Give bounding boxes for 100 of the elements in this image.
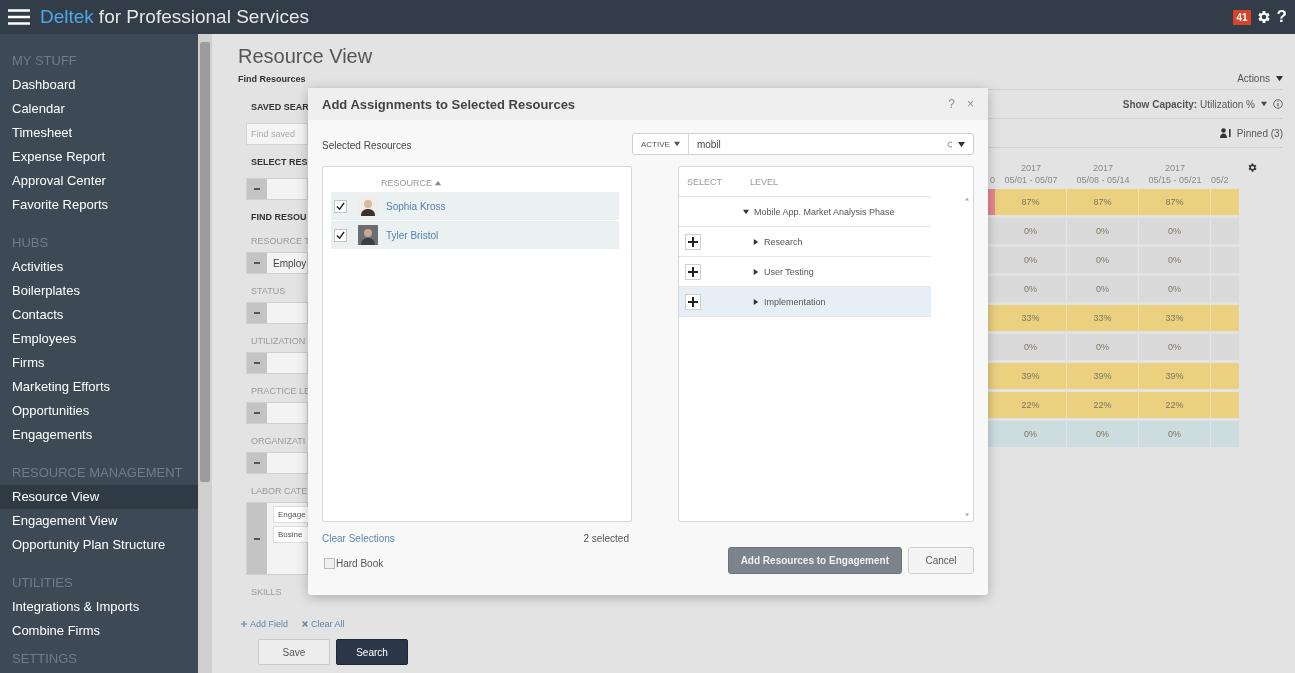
column-header: 05/2 [1211, 174, 1229, 186]
table-cell: 0% [1067, 218, 1139, 244]
table-cell: 87% [1139, 189, 1211, 215]
person-icon [1219, 128, 1231, 138]
sidebar-item[interactable]: Opportunity Plan Structure [0, 533, 198, 557]
table-cell: 0% [995, 421, 1067, 447]
table-cell: 33% [1067, 305, 1139, 331]
column-header: 05/01 - 05/07 [1004, 174, 1058, 186]
button[interactable]: Search [336, 639, 408, 665]
table-cell: 0% [1067, 247, 1139, 273]
checkbox[interactable] [324, 558, 335, 569]
select-field[interactable] [246, 402, 308, 424]
table-cell: 87% [995, 189, 1067, 215]
sidebar-item[interactable]: Boilerplates [0, 279, 198, 303]
sidebar-item[interactable]: Favorite Reports [0, 193, 198, 217]
search-input[interactable]: mobil [688, 137, 947, 151]
field-label: ORGANIZATI [251, 435, 307, 448]
field-value: Employ [272, 257, 307, 269]
table-cell: 0% [1139, 247, 1211, 273]
add-button[interactable] [685, 263, 701, 280]
sidebar-item[interactable]: Resource View [0, 485, 198, 509]
chip[interactable]: Engage [273, 506, 311, 523]
sidebar-item[interactable]: Opportunities [0, 399, 198, 423]
table-cell: 33% [995, 305, 1067, 331]
resource-row[interactable]: Sophia Kross [331, 192, 619, 220]
collapse-button[interactable] [247, 403, 267, 423]
utilization-row[interactable]: 0% 0% 0% [988, 334, 1239, 360]
field-label: UTILIZATION [251, 335, 307, 348]
collapse-button[interactable] [247, 253, 267, 273]
field-label: SELECT RES [251, 156, 308, 169]
selected-count: 2 selected [583, 533, 629, 544]
caret-icon [435, 180, 441, 186]
collapse-button[interactable] [247, 179, 267, 199]
collapse-button[interactable] [247, 303, 267, 323]
collapse-button[interactable] [247, 453, 267, 473]
brand-logo: Deltek [40, 6, 94, 28]
resource-link[interactable]: Sophia Kross [386, 200, 446, 212]
sidebar-item[interactable]: Firms [0, 351, 198, 375]
notification-badge[interactable]: 41 [1233, 9, 1251, 25]
sidebar-item[interactable]: Engagement View [0, 509, 198, 533]
search-field[interactable]: Find saved [246, 123, 308, 145]
select-field[interactable] [246, 302, 308, 324]
capacity-select[interactable]: Show Capacity: Utilization % [1122, 98, 1255, 110]
settings-icon[interactable] [1247, 162, 1258, 173]
sidebar-item[interactable]: Employees [0, 327, 198, 351]
chip[interactable]: Busine [273, 526, 311, 543]
search-field[interactable]: ACTIVE mobil [632, 133, 974, 155]
sidebar-item[interactable]: Calendar [0, 97, 198, 121]
checkbox[interactable] [334, 228, 347, 242]
add-button[interactable] [685, 293, 701, 310]
select-field[interactable]: Engage Busine [246, 502, 308, 575]
tree-row[interactable]: Mobile App. Market Analysis Phase [679, 197, 931, 227]
tree-row[interactable]: Research [679, 227, 931, 257]
field-label: SKILLS [251, 586, 283, 599]
sidebar-item[interactable]: Engagements [0, 423, 198, 447]
resource-row[interactable]: Tyler Bristol [331, 221, 619, 249]
table-cell: 0% [995, 334, 1067, 360]
status-dropdown[interactable]: ACTIVE [633, 134, 689, 154]
info-icon[interactable] [1273, 99, 1283, 109]
select-field[interactable]: Employ [246, 252, 308, 274]
sidebar-item[interactable]: Contacts [0, 303, 198, 327]
utilization-row[interactable]: 0% 0% 0% [988, 421, 1239, 447]
sidebar-item[interactable]: Combine Firms [0, 619, 198, 643]
caret-icon [1276, 75, 1283, 82]
sidebar-item[interactable]: Approval Center [0, 169, 198, 193]
sidebar-item[interactable]: Dashboard [0, 73, 198, 97]
sidebar-item[interactable]: Integrations & Imports [0, 595, 198, 619]
button[interactable]: Save [258, 639, 330, 665]
table-cell: 22% [1139, 392, 1211, 418]
sidebar-item[interactable]: Marketing Efforts [0, 375, 198, 399]
pinned-toggle[interactable]: Pinned (3) [1236, 127, 1283, 139]
field-label: SAVED SEAR [251, 101, 308, 114]
table-cell: 0% [995, 247, 1067, 273]
caret-icon [958, 140, 965, 148]
add-button[interactable] [685, 233, 701, 250]
utilization-row[interactable]: 0% 0% 0% [988, 276, 1239, 302]
menu-icon[interactable] [8, 9, 30, 25]
caret-icon [965, 513, 969, 517]
select-field[interactable] [246, 452, 308, 474]
column-year: 2017 [1021, 162, 1041, 174]
collapse-button[interactable] [247, 353, 267, 373]
table-cell: 0% [1139, 421, 1211, 447]
utilization-row[interactable]: 0% 0% 0% [988, 218, 1239, 244]
sidebar-item[interactable]: Expense Report [0, 145, 198, 169]
tree-row[interactable]: Implementation [679, 287, 931, 317]
checkbox[interactable] [334, 199, 347, 213]
resource-link[interactable]: Tyler Bristol [386, 229, 439, 241]
utilization-row[interactable]: 0% 0% 0% [988, 247, 1239, 273]
sidebar-item[interactable]: Activities [0, 255, 198, 279]
help-button[interactable]: ? [1276, 7, 1287, 27]
select-field[interactable] [246, 352, 308, 374]
select-field[interactable] [246, 178, 308, 200]
scrollbar[interactable] [198, 34, 212, 673]
tree-label: Mobile App. Market Analysis Phase [754, 206, 895, 217]
plus-icon [688, 266, 698, 277]
actions-menu[interactable]: Actions [1237, 73, 1283, 84]
table-cell: 33% [1139, 305, 1211, 331]
clear-selections-link[interactable]: Clear Selections [322, 533, 395, 544]
button[interactable]: Cancel [908, 547, 974, 574]
sidebar-item[interactable]: Timesheet [0, 121, 198, 145]
